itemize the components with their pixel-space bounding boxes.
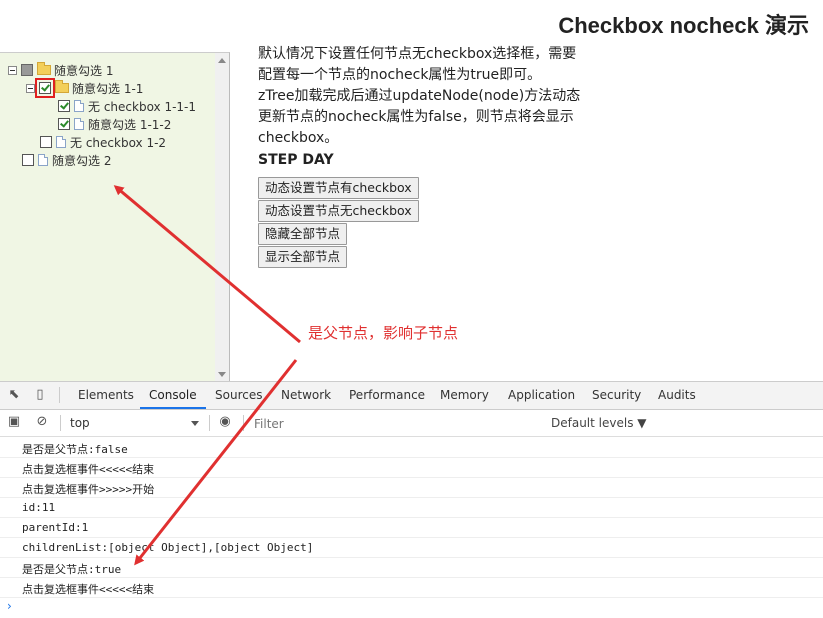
checkbox-checked[interactable]	[58, 100, 70, 112]
description-line: checkbox。	[258, 130, 339, 146]
tab-application[interactable]: Application	[508, 382, 575, 409]
tree-scrollbar[interactable]	[215, 53, 229, 382]
divider	[243, 415, 244, 431]
console-toolbar: ▣ ⊘ top ◉ Default levels ▼	[0, 410, 823, 437]
tab-memory[interactable]: Memory	[440, 382, 489, 409]
file-icon	[38, 154, 48, 166]
divider	[60, 415, 61, 431]
tree-node-label[interactable]: 随意勾选 1-1	[72, 80, 143, 97]
console-log-text: parentId:1	[22, 521, 89, 534]
checkbox-checked[interactable]	[58, 118, 70, 130]
checkbox-unchecked[interactable]	[22, 154, 34, 166]
console-log-text: 是否是父节点:true	[22, 563, 122, 576]
set-has-checkbox-button[interactable]: 动态设置节点有checkbox	[258, 177, 419, 199]
tree-node-1-2[interactable]: 无 checkbox 1-2	[40, 134, 166, 150]
hide-all-button[interactable]: 隐藏全部节点	[258, 223, 348, 245]
console-log-row: 是否是父节点:true	[0, 558, 823, 578]
log-levels-dropdown[interactable]: Default levels ▼	[551, 416, 647, 430]
tab-performance[interactable]: Performance	[349, 382, 425, 409]
tab-network[interactable]: Network	[281, 382, 331, 409]
description: 默认情况下设置任何节点无checkbox选择框，需要 配置每一个节点的noche…	[258, 44, 598, 149]
console-log-row: 点击复选框事件>>>>>开始	[0, 478, 823, 498]
context-selector[interactable]: top	[70, 416, 90, 430]
devtools-panel: ⬉ ▯ Elements Console Sources Network Per…	[0, 381, 823, 618]
console-log-row: parentId:1	[0, 518, 823, 538]
device-toggle-icon[interactable]: ▯	[33, 388, 47, 402]
annotation-text: 是父节点，影响子节点	[308, 324, 459, 342]
folder-icon	[55, 80, 69, 93]
divider	[209, 415, 210, 431]
eye-icon[interactable]: ◉	[218, 415, 232, 429]
step-label: STEP DAY	[258, 152, 334, 168]
show-all-button[interactable]: 显示全部节点	[258, 246, 348, 268]
console-log-row: id:11	[0, 498, 823, 518]
scroll-up-icon[interactable]	[218, 58, 226, 63]
filter-input[interactable]	[252, 415, 536, 433]
console-log-text: 是否是父节点:false	[22, 443, 128, 456]
description-line: 更新节点的nocheck属性为false，则节点将会显示	[258, 109, 574, 125]
scroll-down-icon[interactable]	[218, 372, 226, 377]
page-title: Checkbox nocheck 演示	[558, 13, 809, 38]
console-prompt-icon[interactable]: ›	[7, 599, 12, 613]
tree-node-1[interactable]: 随意勾选 1	[8, 62, 113, 78]
description-line: 默认情况下设置任何节点无checkbox选择框，需要	[258, 46, 577, 62]
tree-node-1-1-1[interactable]: 无 checkbox 1-1-1	[58, 98, 196, 114]
tree-node-label[interactable]: 无 checkbox 1-1-1	[88, 98, 196, 115]
console-log-row: childrenList:[object Object],[object Obj…	[0, 538, 823, 558]
tree-node-label[interactable]: 无 checkbox 1-2	[70, 134, 166, 151]
console-log-text: childrenList:[object Object],[object Obj…	[22, 541, 314, 554]
tab-security[interactable]: Security	[592, 382, 641, 409]
tree-node-label[interactable]: 随意勾选 1	[54, 62, 113, 79]
file-icon	[74, 100, 84, 112]
divider	[59, 387, 60, 403]
console-log-text: 点击复选框事件>>>>>开始	[22, 483, 155, 496]
clear-console-icon[interactable]: ⊘	[35, 415, 49, 429]
console-log-text: 点击复选框事件<<<<<结束	[22, 583, 155, 596]
tree-node-label[interactable]: 随意勾选 1-1-2	[88, 116, 171, 133]
description-line: 配置每一个节点的nocheck属性为true即可。	[258, 67, 542, 83]
tree-node-2[interactable]: 随意勾选 2	[22, 152, 111, 168]
description-line: zTree加载完成后通过updateNode(node)方法动态	[258, 88, 581, 104]
tree-node-label[interactable]: 随意勾选 2	[52, 152, 111, 169]
collapse-switch-icon[interactable]	[26, 83, 35, 93]
tab-elements[interactable]: Elements	[78, 382, 134, 409]
file-icon	[74, 118, 84, 130]
console-log-row: 点击复选框事件<<<<<结束	[0, 578, 823, 598]
devtools-tabbar: ⬉ ▯ Elements Console Sources Network Per…	[0, 382, 823, 410]
tab-sources[interactable]: Sources	[215, 382, 262, 409]
tree-node-1-1[interactable]: 随意勾选 1-1	[26, 78, 143, 98]
chevron-down-icon[interactable]	[191, 421, 199, 426]
checkbox-partial[interactable]	[21, 64, 33, 76]
console-log-row: 点击复选框事件<<<<<结束	[0, 458, 823, 478]
inspect-icon[interactable]: ⬉	[7, 388, 21, 402]
checkbox-unchecked[interactable]	[40, 136, 52, 148]
folder-icon	[37, 62, 51, 75]
file-icon	[56, 136, 66, 148]
tab-console[interactable]: Console	[140, 382, 206, 409]
console-log-text: 点击复选框事件<<<<<结束	[22, 463, 155, 476]
checkbox-checked-highlighted[interactable]	[35, 78, 55, 98]
sidebar-toggle-icon[interactable]: ▣	[7, 415, 21, 429]
tab-audits[interactable]: Audits	[658, 382, 696, 409]
collapse-switch-icon[interactable]	[8, 65, 17, 75]
set-no-checkbox-button[interactable]: 动态设置节点无checkbox	[258, 200, 419, 222]
console-log-row: 是否是父节点:false	[0, 438, 823, 458]
tree-panel: 随意勾选 1 随意勾选 1-1 无 checkbox 1-1-1 随意勾选 1-…	[0, 52, 230, 382]
console-log-text: id:11	[22, 501, 56, 514]
tree-node-1-1-2[interactable]: 随意勾选 1-1-2	[58, 116, 171, 132]
